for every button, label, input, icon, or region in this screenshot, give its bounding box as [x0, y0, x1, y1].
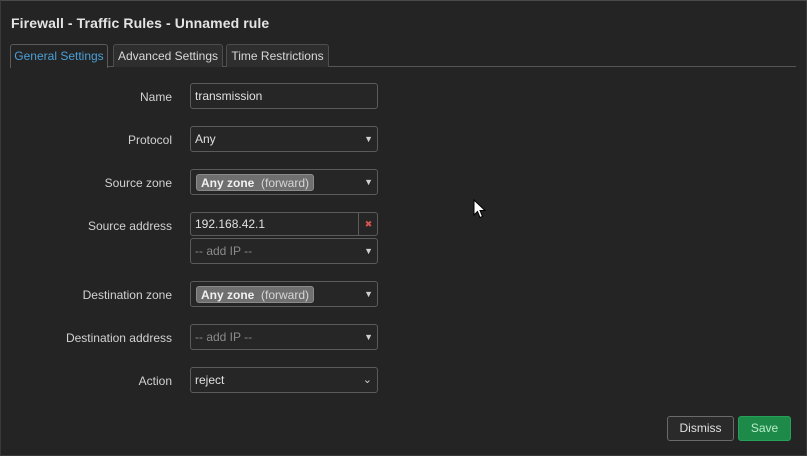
destination-zone-qualifier: (forward): [261, 288, 310, 302]
source-zone-label: Source zone: [104, 176, 172, 190]
tab-advanced-settings[interactable]: Advanced Settings: [113, 44, 223, 67]
source-address-label: Source address: [87, 219, 172, 233]
name-input[interactable]: transmission: [190, 83, 378, 109]
source-zone-name: Any zone: [201, 176, 255, 190]
destination-zone-badge: Any zone (forward): [196, 286, 315, 303]
source-zone-badge: Any zone (forward): [196, 174, 315, 191]
protocol-value: Any: [195, 132, 216, 146]
chevron-down-icon: ▼: [364, 246, 373, 256]
action-select[interactable]: reject ⌄: [190, 367, 378, 393]
destination-address-label: Destination address: [65, 331, 172, 345]
tab-bar: General Settings Advanced Settings Time …: [10, 44, 796, 68]
dismiss-button[interactable]: Dismiss: [667, 416, 734, 441]
action-value: reject: [195, 373, 225, 387]
destination-zone-name: Any zone: [201, 288, 255, 302]
name-label: Name: [139, 90, 172, 104]
destination-zone-select[interactable]: Any zone (forward) ▼: [190, 281, 378, 307]
source-address-placeholder: -- add IP --: [195, 244, 253, 258]
protocol-label: Protocol: [127, 133, 172, 147]
tab-general-settings[interactable]: General Settings: [10, 44, 108, 68]
source-zone-qualifier: (forward): [261, 176, 310, 190]
source-address-entry[interactable]: 192.168.42.1 ✖: [190, 212, 378, 236]
chevron-down-icon: ▼: [364, 332, 373, 342]
source-address-add-select[interactable]: -- add IP -- ▼: [190, 238, 378, 264]
destination-zone-label: Destination zone: [82, 288, 172, 302]
chevron-down-icon: ▼: [364, 177, 373, 187]
chevron-down-icon: ▼: [364, 289, 373, 299]
protocol-select[interactable]: Any ▼: [190, 126, 378, 152]
source-zone-select[interactable]: Any zone (forward) ▼: [190, 169, 378, 195]
destination-address-add-select[interactable]: -- add IP -- ▼: [190, 324, 378, 350]
remove-icon[interactable]: ✖: [358, 212, 378, 236]
save-button[interactable]: Save: [738, 416, 791, 441]
name-value: transmission: [195, 89, 263, 103]
dialog-title: Firewall - Traffic Rules - Unnamed rule: [11, 15, 270, 31]
tab-time-restrictions[interactable]: Time Restrictions: [226, 44, 329, 67]
action-label: Action: [138, 374, 172, 388]
source-address-value: 192.168.42.1: [195, 217, 266, 231]
chevron-down-icon: ▼: [364, 134, 373, 144]
destination-address-placeholder: -- add IP --: [195, 330, 253, 344]
chevron-down-icon: ⌄: [362, 374, 372, 386]
mouse-cursor-icon: [473, 199, 487, 219]
